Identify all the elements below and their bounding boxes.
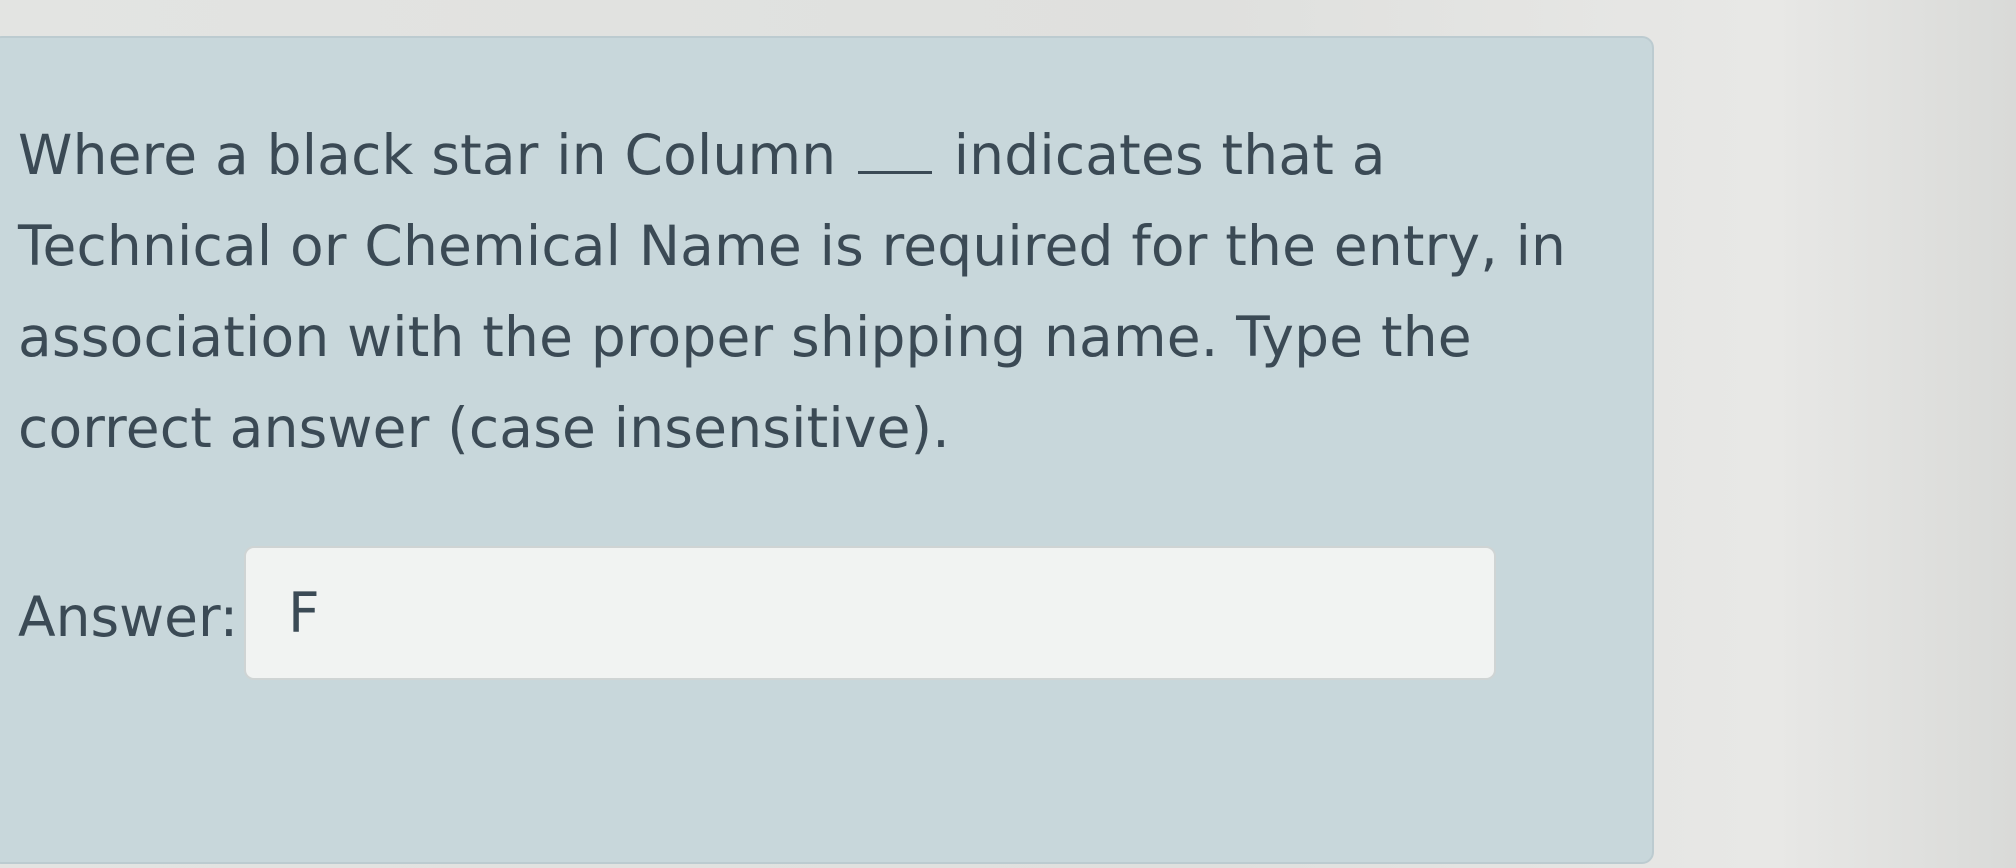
- question-text-part-1: Where a black star in Column: [18, 123, 855, 187]
- fill-in-blank: [858, 170, 933, 174]
- question-text: Where a black star in Column indicates t…: [18, 110, 1618, 474]
- answer-label: Answer:: [18, 585, 239, 649]
- answer-input[interactable]: [244, 546, 1496, 680]
